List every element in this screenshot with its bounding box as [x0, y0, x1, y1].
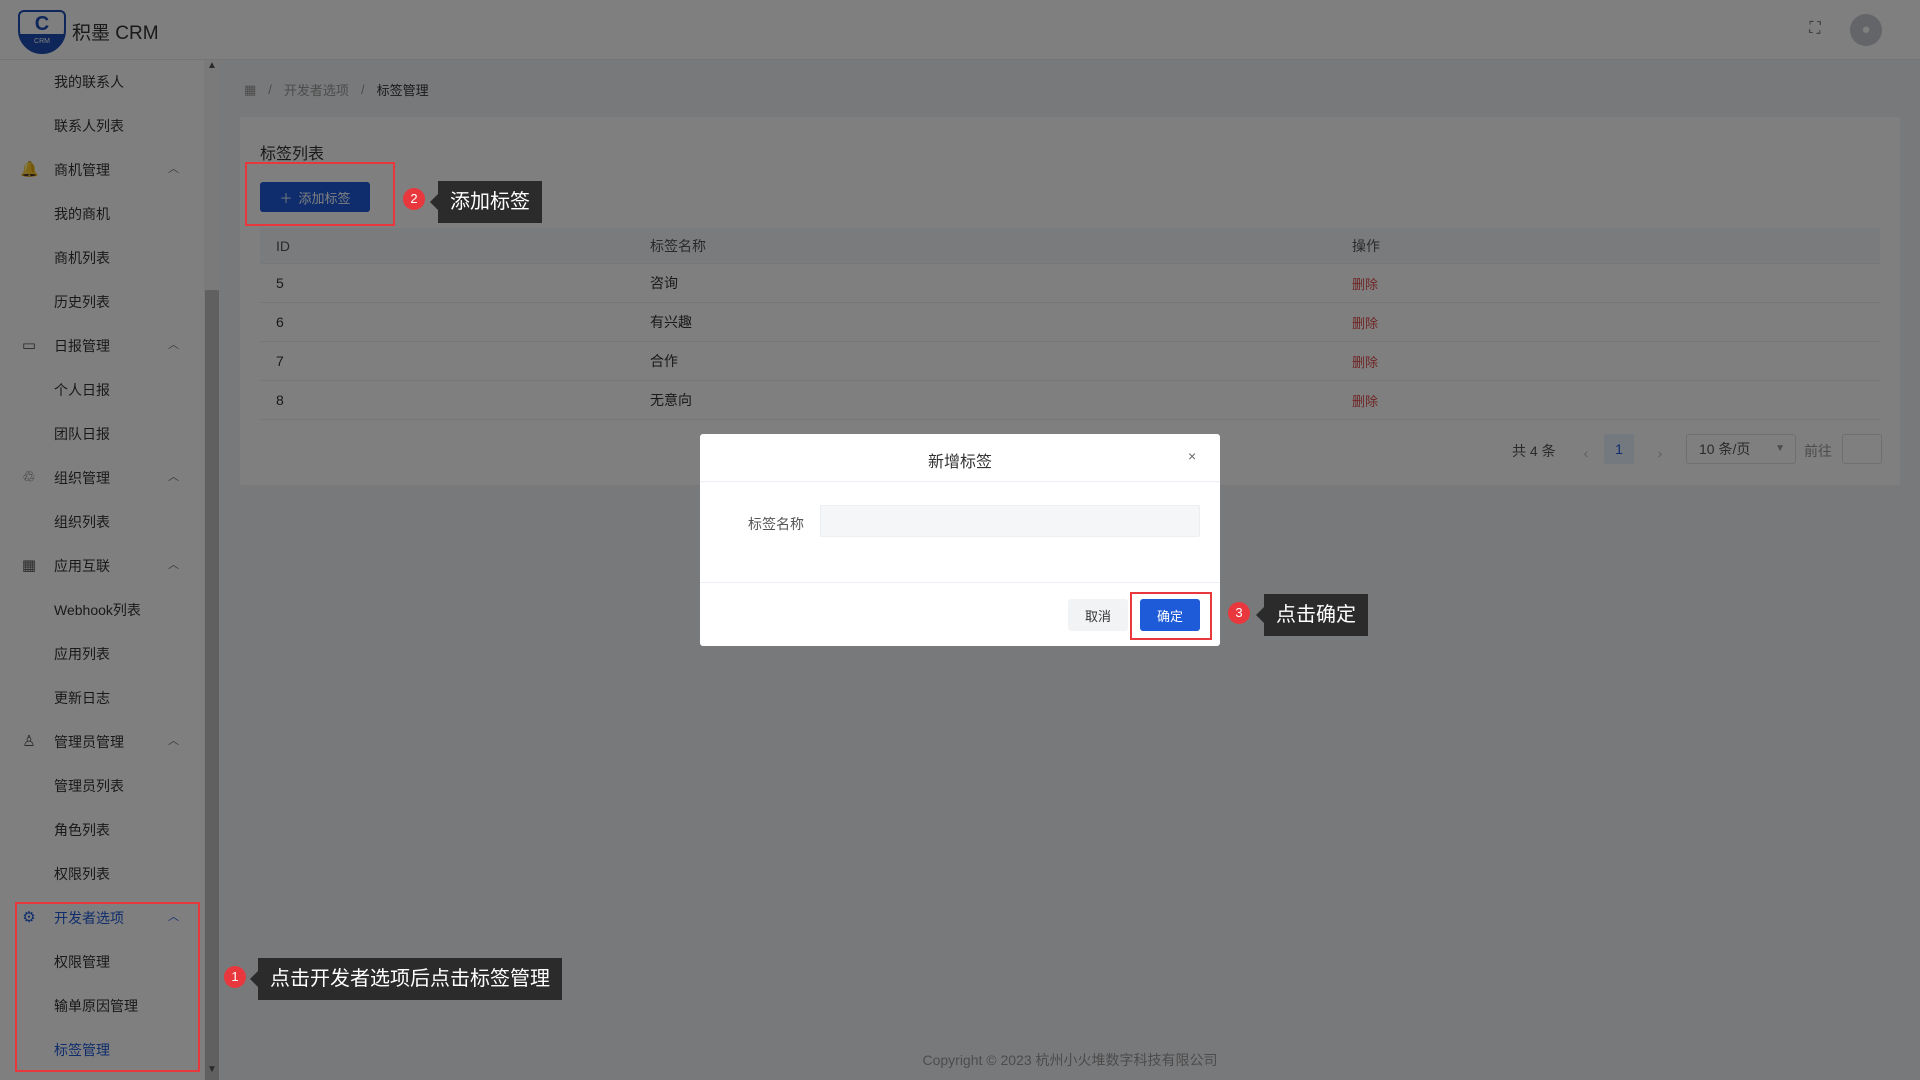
highlight-box-developer-options: [15, 902, 200, 1072]
step-badge-2: 2: [403, 188, 425, 210]
dialog-title: 新增标签: [927, 454, 992, 471]
dialog-divider: [700, 481, 1220, 482]
tag-name-label: 标签名称: [748, 516, 804, 532]
step-badge-3: 3: [1228, 602, 1250, 624]
cancel-button[interactable]: 取消: [1068, 599, 1128, 631]
tag-name-input[interactable]: [820, 505, 1200, 537]
step-callout-2: 添加标签: [430, 181, 542, 223]
step-callout-1: 点击开发者选项后点击标签管理: [250, 958, 562, 1000]
highlight-box-confirm: [1130, 592, 1212, 640]
step-callout-3: 点击确定: [1256, 594, 1368, 636]
close-icon[interactable]: ×: [1188, 448, 1196, 464]
highlight-box-add-tag: [245, 162, 395, 226]
dialog-divider: [700, 582, 1220, 583]
step-badge-1: 1: [224, 966, 246, 988]
